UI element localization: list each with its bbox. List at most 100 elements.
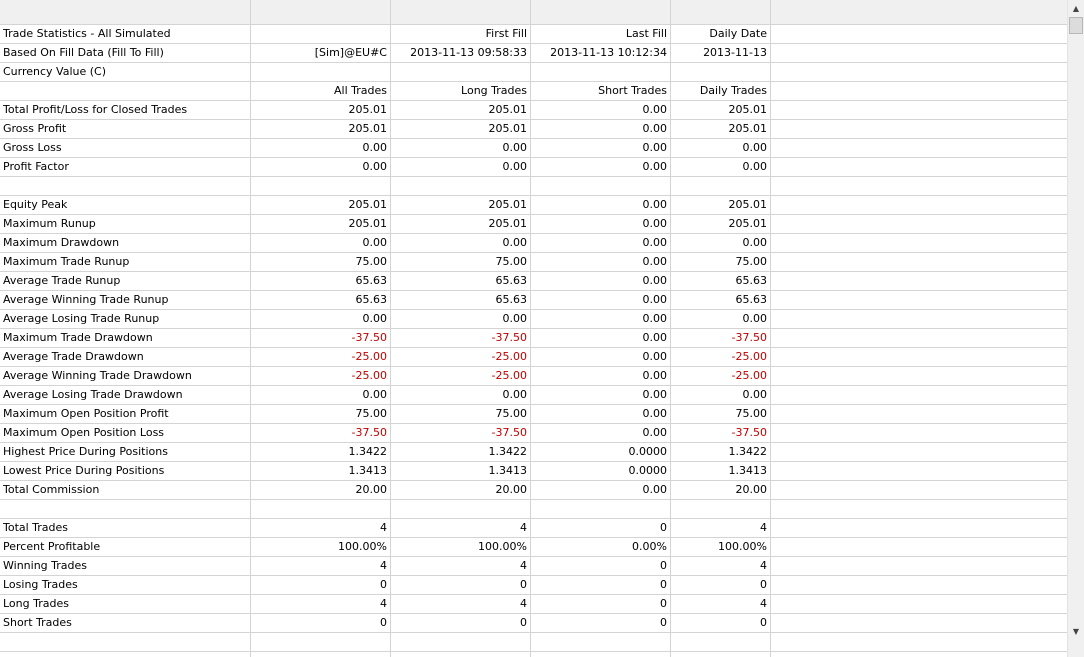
row-label: Total Trades	[0, 519, 251, 537]
column-header[interactable]	[391, 0, 531, 24]
row-label	[0, 177, 251, 195]
table-row[interactable]: Average Losing Trade Runup 0.00 0.00 0.00 0.…	[0, 310, 1067, 329]
trade-statistics-grid[interactable]: Trade Statistics - All Simulated First Fi…	[0, 0, 1067, 657]
table-row[interactable]: Based On Fill Data (Fill To Fill) [Sim]@E…	[0, 44, 1067, 63]
table-cell: 100.00%	[671, 538, 771, 556]
row-label: Gross Loss	[0, 139, 251, 157]
table-cell: 0.00	[531, 481, 671, 499]
table-cell: 4	[251, 519, 391, 537]
table-cell: -25.00	[391, 367, 531, 385]
table-cell: 205.01	[251, 215, 391, 233]
row-label: Losing Trades	[0, 576, 251, 594]
table-row[interactable]	[0, 633, 1067, 652]
table-cell: 0.00	[531, 424, 671, 442]
column-header[interactable]	[251, 0, 391, 24]
table-row[interactable]: Long Trades 4 4 0 4	[0, 595, 1067, 614]
column-header[interactable]	[671, 0, 771, 24]
table-row[interactable]: Winning Trades 4 4 0 4	[0, 557, 1067, 576]
row-label: Highest Price During Positions	[0, 443, 251, 461]
table-cell: 1.3413	[391, 462, 531, 480]
table-cell-empty	[771, 538, 1067, 556]
row-label: Winning Trades	[0, 557, 251, 575]
table-row[interactable]: Maximum Trade Drawdown -37.50 -37.50 0.00 -3…	[0, 329, 1067, 348]
table-cell: 0	[671, 576, 771, 594]
table-row[interactable]: Percent Profitable 100.00% 100.00% 0.00% 100…	[0, 538, 1067, 557]
table-cell-empty	[771, 633, 1067, 651]
table-cell-empty	[771, 25, 1067, 43]
table-cell: -37.50	[251, 424, 391, 442]
table-cell: -37.50	[391, 424, 531, 442]
table-row[interactable]: Maximum Drawdown 0.00 0.00 0.00 0.00	[0, 234, 1067, 253]
row-label: Maximum Drawdown	[0, 234, 251, 252]
table-cell-empty	[771, 595, 1067, 613]
arrow-down-icon[interactable]: ▼	[1068, 623, 1084, 639]
table-cell: 205.01	[671, 101, 771, 119]
table-cell	[251, 633, 391, 651]
table-row[interactable]	[0, 177, 1067, 196]
table-cell: 0.0000	[531, 462, 671, 480]
table-row[interactable]: Average Winning Trade Drawdown -25.00 -25.…	[0, 367, 1067, 386]
table-row[interactable]: Maximum Trade Runup 75.00 75.00 0.00 75.00	[0, 253, 1067, 272]
table-row[interactable]: Total Trades 4 4 0 4	[0, 519, 1067, 538]
table-cell: 0.00	[671, 310, 771, 328]
table-row[interactable]: Total Profit/Loss for Closed Trades 205.0…	[0, 101, 1067, 120]
table-row[interactable]: Total Commission 20.00 20.00 0.00 20.00	[0, 481, 1067, 500]
table-cell: 0.00	[531, 120, 671, 138]
table-cell: -37.50	[671, 329, 771, 347]
table-row[interactable]: Lowest Price During Positions 1.3413 1.341…	[0, 462, 1067, 481]
table-cell: 1.3422	[251, 443, 391, 461]
table-cell: 65.63	[251, 291, 391, 309]
row-label: Long Trades	[0, 595, 251, 613]
table-cell: -25.00	[671, 367, 771, 385]
scrollbar-thumb[interactable]	[1069, 17, 1083, 34]
table-row[interactable]: Short Trades 0 0 0 0	[0, 614, 1067, 633]
table-row[interactable]: Average Trade Runup 65.63 65.63 0.00 65.63	[0, 272, 1067, 291]
table-cell: 0.00	[531, 272, 671, 290]
table-row[interactable]: Highest Price During Positions 1.3422 1.34…	[0, 443, 1067, 462]
table-row[interactable]: Maximum Open Position Profit 75.00 75.00 0.…	[0, 405, 1067, 424]
table-cell-empty	[771, 120, 1067, 138]
table-cell-empty	[771, 196, 1067, 214]
table-cell-empty	[771, 101, 1067, 119]
column-header[interactable]	[0, 0, 251, 24]
table-row[interactable]: Average Trade Drawdown -25.00 -25.00 0.00 -2…	[0, 348, 1067, 367]
vertical-scrollbar[interactable]: ▲ ▼	[1067, 0, 1084, 657]
table-row[interactable]	[0, 500, 1067, 519]
table-cell: 205.01	[671, 215, 771, 233]
table-cell: 75.00	[251, 405, 391, 423]
table-row[interactable]: All Trades Long Trades Short Trades Daily T…	[0, 82, 1067, 101]
table-cell: 0.00	[531, 196, 671, 214]
table-cell: 0.00	[531, 215, 671, 233]
table-cell: 65.63	[671, 272, 771, 290]
table-cell: 1.3422	[671, 443, 771, 461]
table-row[interactable]: Average Winning Trade Runup 65.63 65.63 0.0…	[0, 291, 1067, 310]
table-row[interactable]: Trade Statistics - All Simulated First Fi…	[0, 25, 1067, 44]
table-cell: 205.01	[251, 101, 391, 119]
column-header[interactable]	[771, 0, 1067, 24]
arrow-up-icon[interactable]: ▲	[1068, 0, 1084, 16]
table-cell: 0.00	[671, 234, 771, 252]
table-cell: Daily Date	[671, 25, 771, 43]
table-cell: -25.00	[251, 367, 391, 385]
table-cell: 0.00	[531, 253, 671, 271]
table-row[interactable]: Equity Peak 205.01 205.01 0.00 205.01	[0, 196, 1067, 215]
table-cell-empty	[771, 367, 1067, 385]
table-row[interactable]: Gross Profit 205.01 205.01 0.00 205.01	[0, 120, 1067, 139]
table-row[interactable]: Maximum Runup 205.01 205.01 0.00 205.01	[0, 215, 1067, 234]
table-cell	[531, 633, 671, 651]
table-cell: 0.00	[671, 386, 771, 404]
table-cell: First Fill	[391, 25, 531, 43]
table-cell	[391, 63, 531, 81]
table-cell: 4	[391, 595, 531, 613]
table-row[interactable]: Maximum Open Position Loss -37.50 -37.50 0.…	[0, 424, 1067, 443]
table-row[interactable]: Profit Factor 0.00 0.00 0.00 0.00	[0, 158, 1067, 177]
table-row[interactable]: Currency Value (C)	[0, 63, 1067, 82]
table-row[interactable]: Gross Loss 0.00 0.00 0.00 0.00	[0, 139, 1067, 158]
table-row[interactable]: Losing Trades 0 0 0 0	[0, 576, 1067, 595]
table-cell: 0	[391, 614, 531, 632]
row-label: Currency Value (C)	[0, 63, 251, 81]
row-label: Trade Statistics - All Simulated	[0, 25, 251, 43]
table-row[interactable]: Average Losing Trade Drawdown 0.00 0.00 0.0…	[0, 386, 1067, 405]
row-label: Equity Peak	[0, 196, 251, 214]
column-header[interactable]	[531, 0, 671, 24]
